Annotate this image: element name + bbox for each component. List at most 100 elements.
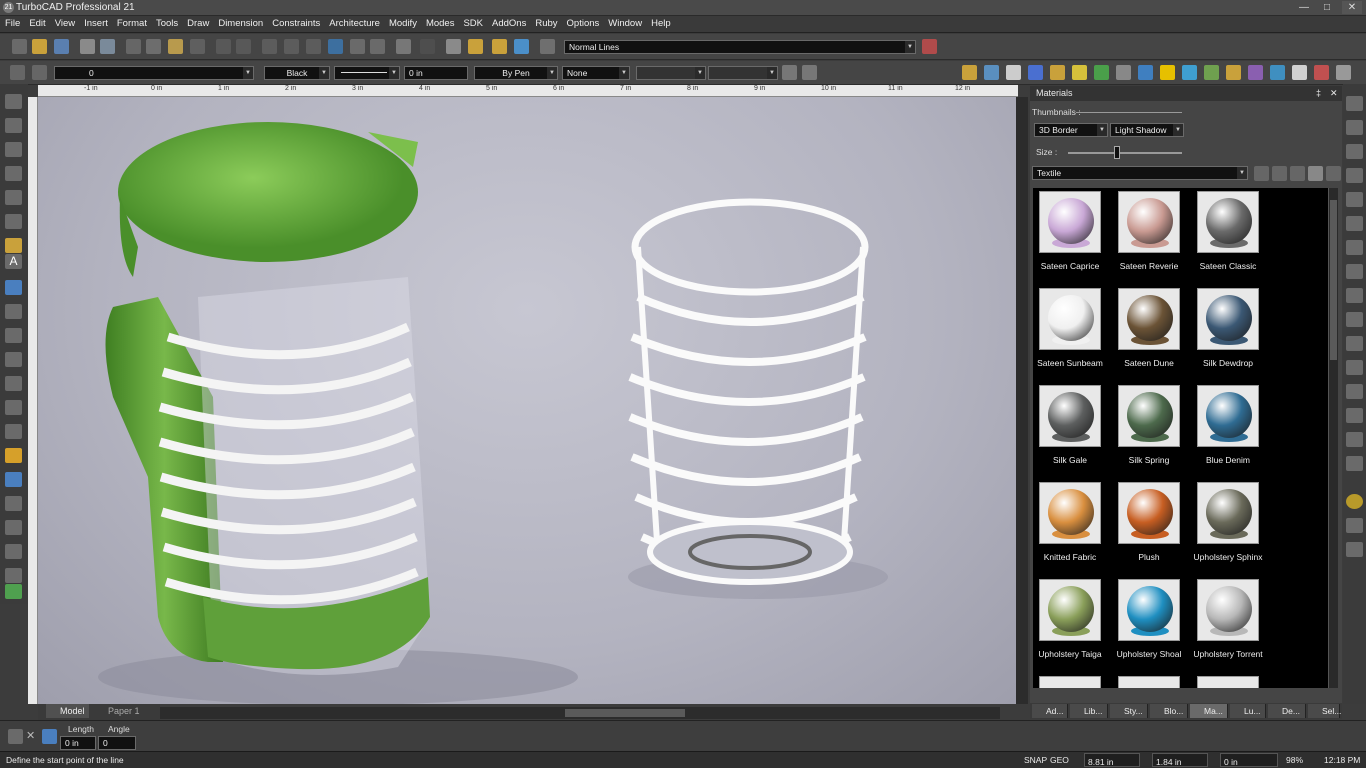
category-select[interactable]: Textile ▼ [1032,166,1248,180]
menu-sdk[interactable]: SDK [458,16,487,29]
materials-scrollbar[interactable] [1328,188,1338,688]
menu-insert[interactable]: Insert [79,16,112,29]
material-name[interactable]: Upholstery Shoal [1104,649,1194,659]
toolbar-icon[interactable] [1292,65,1307,80]
material-name[interactable]: Knitted Fabric [1033,552,1115,562]
tool-icon[interactable] [1346,312,1363,327]
tool-icon[interactable] [1346,168,1363,183]
line-tool-icon[interactable] [5,142,22,157]
tool-icon[interactable] [1346,264,1363,279]
toolbar-icon[interactable] [1314,65,1329,80]
transparency-select[interactable]: ▼ [636,66,706,80]
menu-dimension[interactable]: Dimension [213,16,267,29]
arc-tool-icon[interactable] [5,214,22,229]
open-folder-icon[interactable] [32,39,47,54]
point-icon[interactable] [5,118,22,133]
menu-help[interactable]: Help [646,16,675,29]
curve-tool-icon[interactable] [5,238,22,253]
circle-tool-icon[interactable] [5,190,22,205]
material-swatch[interactable] [1039,482,1101,544]
print-preview-icon[interactable] [100,39,115,54]
pan-icon[interactable] [370,39,385,54]
toolbar-icon[interactable] [1072,65,1087,80]
size-slider-track[interactable] [1068,152,1182,154]
material-name[interactable]: Sateen Dune [1104,358,1194,368]
material-name[interactable]: Sateen Caprice [1033,261,1115,271]
save-icon[interactable] [54,39,69,54]
material-filter-icon[interactable] [1308,166,1323,181]
tool-icon[interactable] [1346,518,1363,533]
tool-icon[interactable] [1346,336,1363,351]
menu-architecture[interactable]: Architecture [324,16,384,29]
redraw-icon[interactable] [350,39,365,54]
material-name[interactable]: Upholstery Taiga [1033,649,1115,659]
angle-field[interactable]: 0 [98,736,136,750]
material-swatch[interactable] [1039,191,1101,253]
properties-icon[interactable] [540,39,555,54]
spell-check-icon[interactable] [396,39,411,54]
layer-icon[interactable] [5,496,22,511]
scrollbar-thumb[interactable] [1330,200,1337,360]
toolbar-icon[interactable] [1336,65,1351,80]
toolbar-icon[interactable] [1204,65,1219,80]
material-settings-icon[interactable] [1326,166,1341,181]
material-swatch[interactable] [1197,288,1259,350]
copy-icon[interactable] [146,39,161,54]
geo-toggle[interactable]: GEO [1050,755,1069,765]
material-swatch[interactable] [1039,579,1101,641]
compass-icon[interactable] [1346,494,1363,509]
redo-icon[interactable] [236,39,251,54]
view-icon[interactable] [5,472,22,487]
polyline-icon[interactable] [5,166,22,181]
grid-icon[interactable] [5,376,22,391]
material-swatch[interactable] [1039,676,1101,688]
measure-icon[interactable] [5,424,22,439]
tool-icon[interactable] [1346,432,1363,447]
explorer-icon[interactable] [492,39,507,54]
toolbar-icon[interactable] [1094,65,1109,80]
menu-view[interactable]: View [50,16,79,29]
close-icon[interactable]: ✕ [1330,88,1338,99]
tab-selection-info[interactable]: Sel... [1308,704,1341,718]
menu-tools[interactable]: Tools [151,16,182,29]
tool-icon[interactable] [1346,144,1363,159]
length-field[interactable]: 0 in [60,736,96,750]
menu-addons[interactable]: AddOns [487,16,530,29]
material-swatch[interactable] [1197,191,1259,253]
select-arrow-icon[interactable] [5,94,22,109]
line-pattern-select[interactable]: ▼ [334,66,400,80]
layer-select[interactable]: 0 ▼ [54,66,254,80]
material-swatch[interactable] [1039,385,1101,447]
eyedropper-icon[interactable] [782,65,797,80]
text-tool-icon[interactable]: A [5,254,22,269]
material-swatch[interactable] [1039,288,1101,350]
viewport-vertical-scrollbar[interactable] [1016,97,1028,704]
menu-modify[interactable]: Modify [384,16,421,29]
drawing-viewport[interactable] [38,97,1016,704]
material-name[interactable]: Sateen Sunbeam [1033,358,1115,368]
tool-icon[interactable] [1346,456,1363,471]
tab-design-director[interactable]: De... [1268,704,1306,718]
tab-library[interactable]: Lib... [1070,704,1108,718]
material-name[interactable]: Blue Denim [1183,455,1273,465]
toolbar-icon[interactable] [1138,65,1153,80]
close-icon[interactable]: ✕ [26,729,35,742]
material-edit-icon[interactable] [1290,166,1305,181]
toolbar-icon[interactable] [1160,65,1175,80]
material-options-icon[interactable] [1272,166,1287,181]
material-swatch[interactable] [1197,676,1259,688]
material-swatch[interactable] [1197,385,1259,447]
menu-edit[interactable]: Edit [24,16,49,29]
grid-icon[interactable] [420,39,435,54]
tool-icon[interactable] [1346,120,1363,135]
3d-view-icon[interactable] [514,39,529,54]
gear-icon[interactable] [10,65,25,80]
menu-modes[interactable]: Modes [421,16,459,29]
tool-icon[interactable] [1346,216,1363,231]
zoom-extents-icon[interactable] [328,39,343,54]
toolbar-icon[interactable] [1248,65,1263,80]
toolbar-icon[interactable] [1270,65,1285,80]
style-manager-icon[interactable] [922,39,937,54]
menu-constraints[interactable]: Constraints [267,16,324,29]
layer-manager-icon[interactable] [32,65,47,80]
